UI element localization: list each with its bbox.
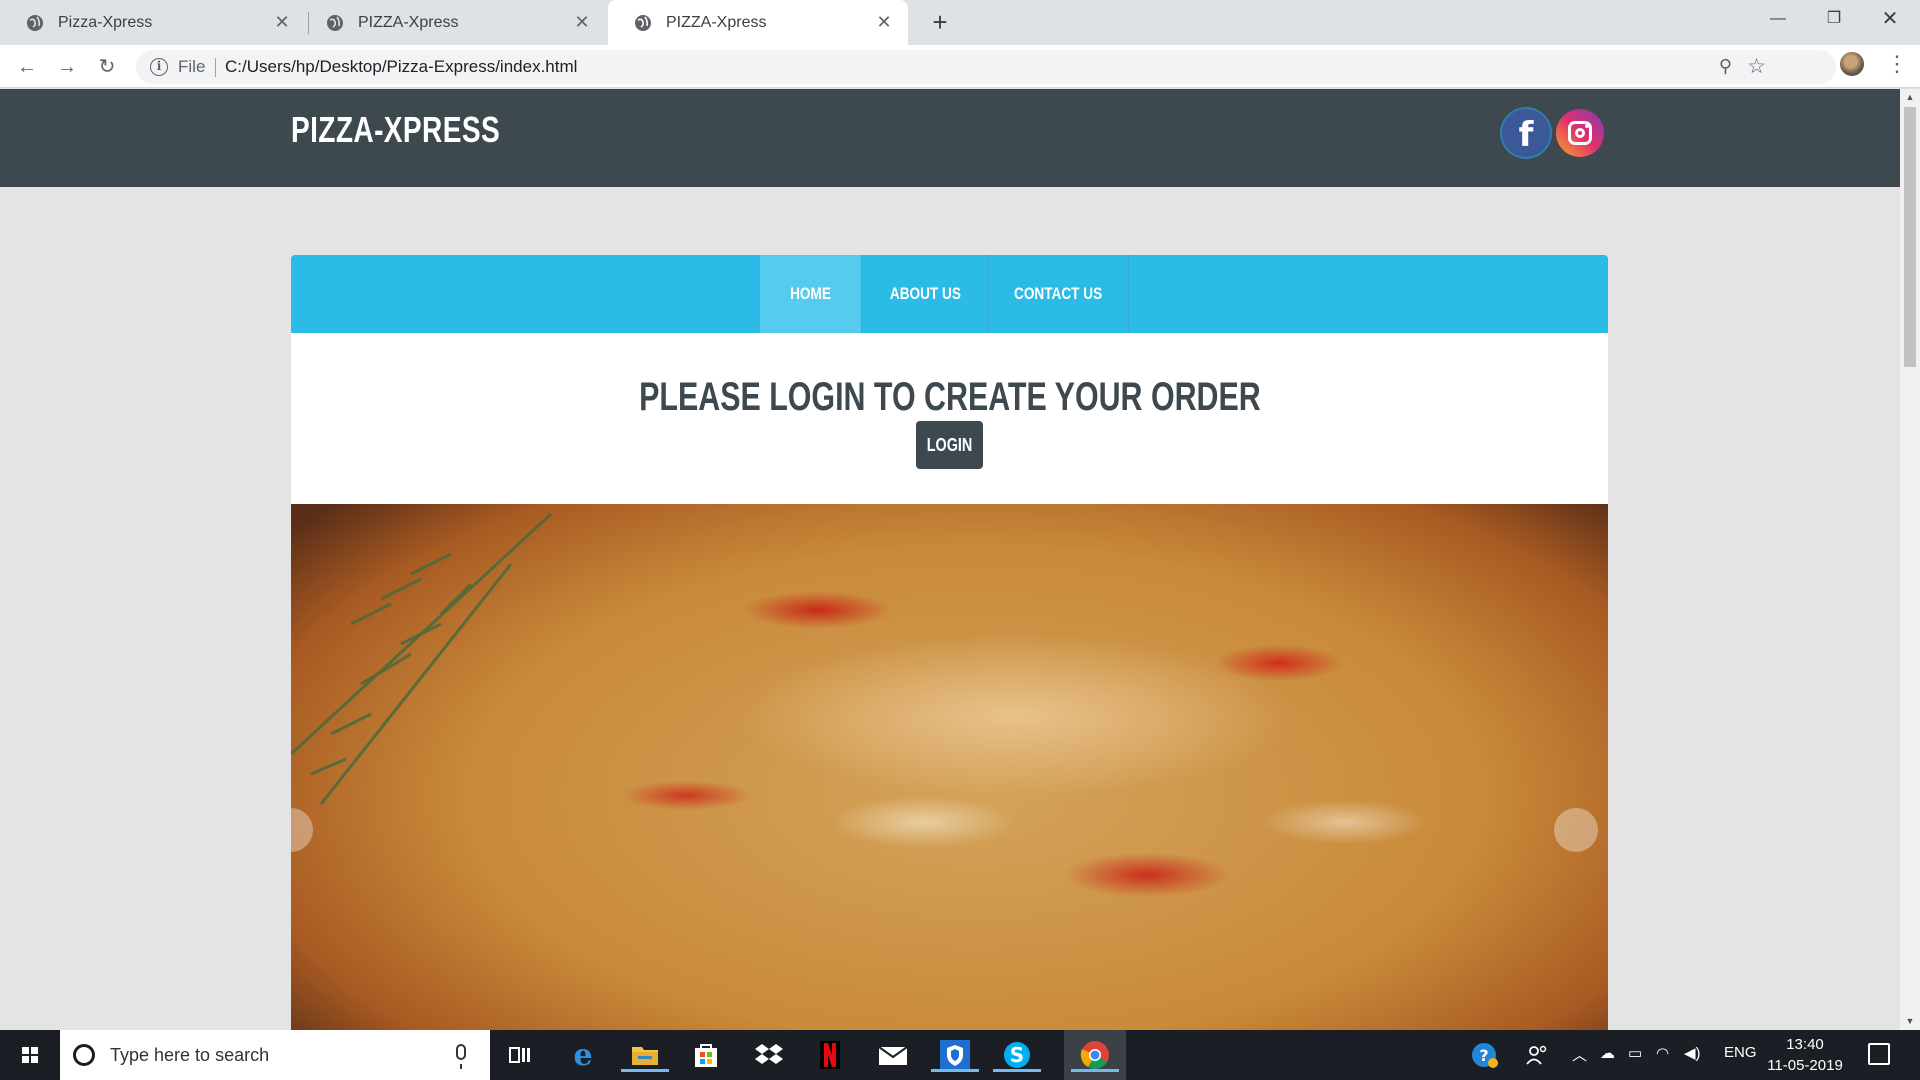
edge-icon[interactable]: e — [566, 1038, 600, 1072]
info-icon[interactable]: i — [150, 58, 168, 76]
cortana-icon — [73, 1044, 95, 1066]
kebab-menu-icon[interactable]: ⋮ — [1886, 50, 1908, 78]
scroll-up-icon[interactable]: ▲ — [1900, 89, 1920, 106]
reload-icon[interactable]: ↻ — [92, 52, 122, 82]
page-viewport: PIZZA-XPRESS f HOME ABOUT US CONTACT US … — [0, 89, 1900, 1030]
nav-about-us[interactable]: ABOUT US — [862, 255, 989, 333]
tab-close-icon[interactable]: ✕ — [874, 12, 894, 33]
search-placeholder: Type here to search — [110, 1045, 270, 1065]
browser-tab-active[interactable]: PIZZA-Xpress ✕ — [608, 0, 908, 45]
svg-text:S: S — [1010, 1043, 1024, 1067]
facebook-icon[interactable]: f — [1502, 109, 1550, 157]
store-icon[interactable] — [689, 1038, 723, 1072]
volume-icon[interactable]: ◀) — [1684, 1044, 1701, 1062]
windows-taskbar: Type here to search e S ? ︿ ☁ ▭ ◠ ◀) ENG… — [0, 1030, 1920, 1080]
star-icon[interactable]: ☆ — [1747, 54, 1766, 79]
system-clock[interactable]: 13:40 11-05-2019 — [1760, 1034, 1850, 1076]
skype-icon[interactable]: S — [993, 1038, 1041, 1072]
site-brand[interactable]: PIZZA-XPRESS — [291, 109, 500, 151]
browser-toolbar: ← → ↻ i File C:/Users/hp/Desktop/Pizza-E… — [0, 45, 1920, 88]
help-icon[interactable]: ? — [1468, 1038, 1502, 1072]
battery-icon[interactable]: ▭ — [1628, 1044, 1642, 1062]
zoom-icon[interactable]: ⚲ — [1719, 56, 1732, 77]
address-bar[interactable]: i File C:/Users/hp/Desktop/Pizza-Express… — [136, 50, 1836, 84]
tab-title: Pizza-Xpress — [58, 13, 153, 31]
people-icon[interactable] — [1520, 1038, 1554, 1072]
login-headline: PLEASE LOGIN TO CREATE YOUR ORDER — [638, 375, 1261, 419]
site-header: PIZZA-XPRESS f — [0, 89, 1900, 187]
file-explorer-icon[interactable] — [621, 1038, 669, 1072]
start-button[interactable] — [0, 1030, 60, 1080]
restore-icon[interactable]: ❐ — [1806, 0, 1862, 38]
active-indicator — [621, 1069, 669, 1072]
carousel-next-icon[interactable] — [1554, 808, 1598, 852]
microphone-icon[interactable] — [456, 1044, 466, 1069]
minimize-icon[interactable]: — — [1750, 0, 1806, 38]
tab-strip: Pizza-Xpress ✕ PIZZA-Xpress ✕ PIZZA-Xpre… — [0, 0, 1920, 45]
mail-icon[interactable] — [876, 1038, 910, 1072]
scheme-label: File — [178, 57, 206, 76]
security-icon[interactable] — [931, 1038, 979, 1072]
new-tab-icon[interactable]: + — [924, 6, 956, 38]
tab-title: PIZZA-Xpress — [666, 13, 767, 31]
address-divider — [215, 58, 216, 77]
active-indicator — [931, 1069, 979, 1072]
scroll-thumb[interactable] — [1904, 107, 1916, 367]
browser-tab[interactable]: PIZZA-Xpress ✕ — [300, 0, 606, 45]
url-text[interactable]: C:/Users/hp/Desktop/Pizza-Express/index.… — [225, 57, 577, 77]
language-indicator[interactable]: ENG — [1724, 1044, 1757, 1061]
svg-text:?: ? — [1479, 1046, 1488, 1065]
globe-icon — [635, 14, 651, 31]
onedrive-icon[interactable]: ☁ — [1600, 1044, 1615, 1062]
chrome-icon[interactable] — [1071, 1038, 1119, 1072]
tab-close-icon[interactable]: ✕ — [572, 12, 592, 33]
pizza-hero-image — [291, 504, 1608, 1030]
instagram-icon[interactable] — [1556, 109, 1604, 157]
task-view-icon[interactable] — [503, 1038, 537, 1072]
svg-text:e: e — [573, 1041, 592, 1069]
active-indicator — [1071, 1069, 1119, 1072]
clock-time: 13:40 — [1786, 1036, 1824, 1053]
notification-icon[interactable] — [1868, 1043, 1890, 1065]
tray-expand-icon[interactable]: ︿ — [1572, 1044, 1587, 1065]
login-button[interactable]: LOGIN — [916, 421, 983, 469]
profile-avatar[interactable] — [1840, 52, 1864, 76]
globe-icon — [27, 14, 43, 31]
netflix-icon[interactable] — [813, 1038, 847, 1072]
windows-logo-icon — [22, 1047, 38, 1063]
wifi-icon[interactable]: ◠ — [1656, 1044, 1669, 1062]
nav-contact-us[interactable]: CONTACT US — [989, 255, 1129, 333]
login-prompt-panel: PLEASE LOGIN TO CREATE YOUR ORDER LOGIN — [291, 333, 1608, 504]
clock-date: 11-05-2019 — [1767, 1057, 1843, 1074]
scroll-down-icon[interactable]: ▼ — [1900, 1013, 1920, 1030]
page-scrollbar[interactable]: ▲ ▼ — [1900, 89, 1920, 1030]
nav-home[interactable]: HOME — [760, 255, 862, 333]
taskbar-search[interactable]: Type here to search — [60, 1030, 490, 1080]
active-indicator — [993, 1069, 1041, 1072]
tab-close-icon[interactable]: ✕ — [272, 12, 292, 33]
dropbox-icon[interactable] — [752, 1038, 786, 1072]
rosemary-garnish — [291, 512, 553, 805]
browser-tab[interactable]: Pizza-Xpress ✕ — [0, 0, 306, 45]
main-nav: HOME ABOUT US CONTACT US — [291, 255, 1608, 333]
tab-title: PIZZA-Xpress — [358, 13, 459, 31]
forward-icon[interactable]: → — [52, 52, 82, 82]
globe-icon — [327, 14, 343, 31]
back-icon[interactable]: ← — [12, 52, 42, 82]
close-window-icon[interactable]: ✕ — [1862, 0, 1918, 38]
